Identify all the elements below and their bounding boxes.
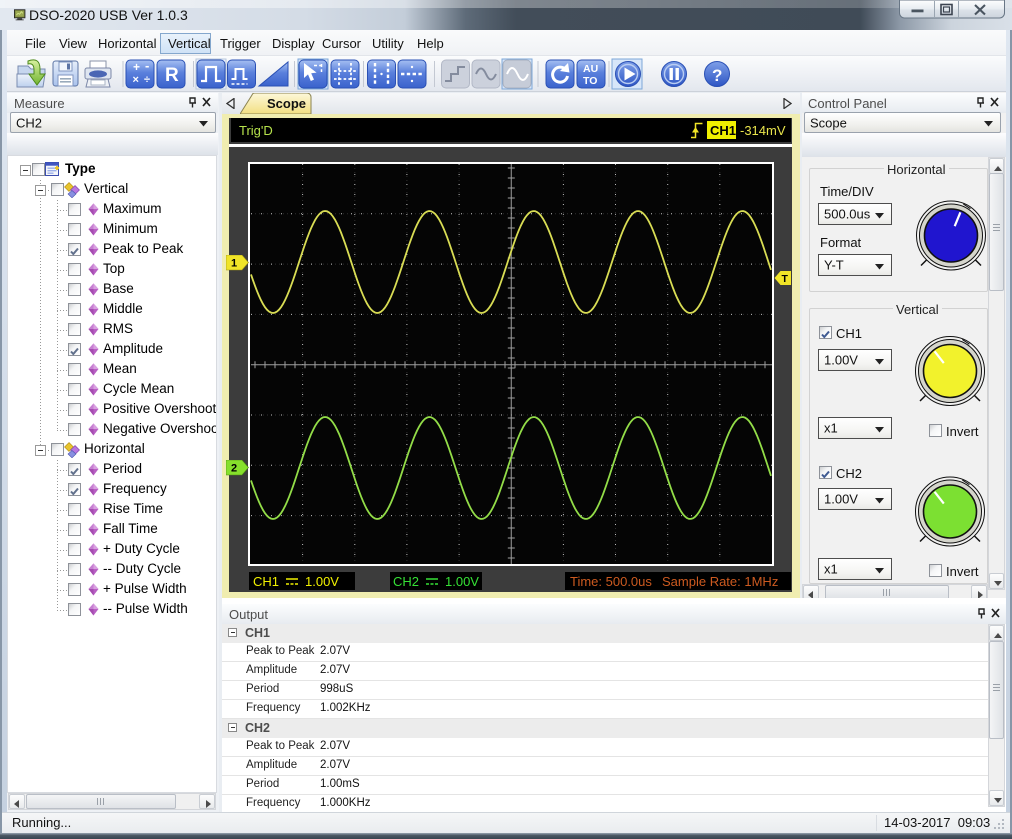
svg-text:Scope: Scope [267,96,306,111]
svg-text:2: 2 [231,463,237,475]
svg-text:+: + [133,60,140,74]
svg-text:1: 1 [231,258,237,270]
svg-text:÷: ÷ [144,74,150,86]
svg-text:?: ? [712,66,722,85]
svg-text:×: × [133,74,139,86]
svg-text:-: - [145,58,149,73]
svg-text:TO: TO [583,75,597,87]
svg-text:R: R [165,65,179,86]
svg-text:T: T [782,273,789,285]
svg-text:AU: AU [583,63,598,75]
